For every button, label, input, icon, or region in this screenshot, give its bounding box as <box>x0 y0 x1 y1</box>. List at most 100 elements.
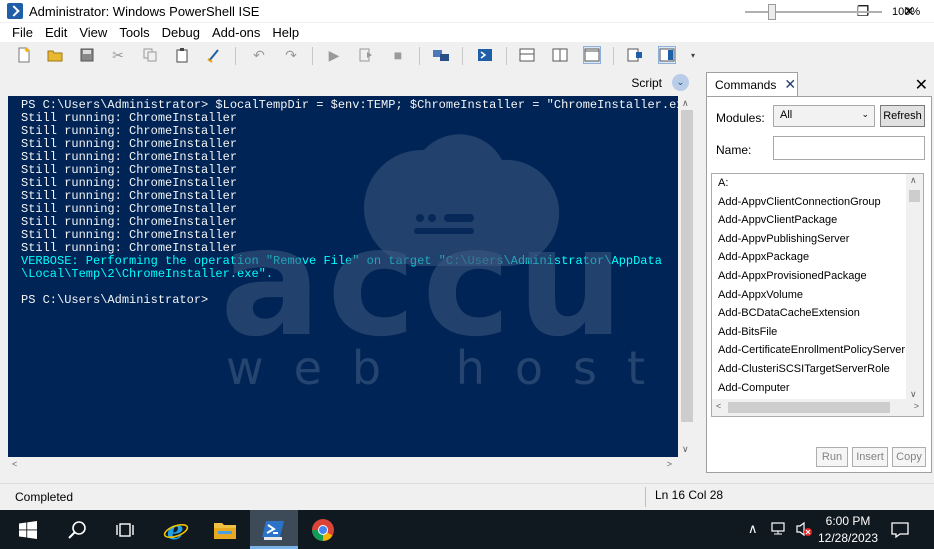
menu-help[interactable]: Help <box>266 25 305 40</box>
scroll-right-icon[interactable]: > <box>914 401 919 411</box>
notification-icon[interactable] <box>891 521 909 542</box>
powershell-ise-icon[interactable] <box>250 510 298 549</box>
commands-vertical-scrollbar[interactable]: ∧ ∨ <box>906 174 923 401</box>
command-list-item[interactable]: Add-AppvPublishingServer <box>712 230 923 249</box>
windows-start-icon[interactable] <box>4 510 52 549</box>
menu-file[interactable]: File <box>0 25 39 40</box>
save-icon[interactable] <box>78 46 96 64</box>
show-script-right-icon[interactable] <box>551 46 569 64</box>
scroll-left-icon[interactable]: < <box>716 401 721 411</box>
clock-date: 12/28/2023 <box>817 531 879 545</box>
command-list-item[interactable]: Add-CertificateEnrollmentPolicyServer <box>712 341 923 360</box>
status-text: Completed <box>15 490 74 504</box>
menu-edit[interactable]: Edit <box>39 25 73 40</box>
menu-view[interactable]: View <box>73 25 113 40</box>
remote-powershell-icon[interactable] <box>432 46 450 64</box>
open-icon[interactable] <box>46 46 64 64</box>
chevron-up-icon[interactable]: ∧ <box>748 521 758 537</box>
redo-icon[interactable]: ↷ <box>282 46 300 64</box>
refresh-button[interactable]: Refresh <box>880 105 925 127</box>
scrollbar-thumb[interactable] <box>909 190 920 202</box>
commands-list[interactable]: A: Add-AppvClientConnectionGroup Add-AppvC… <box>711 173 924 417</box>
run-selection-icon[interactable] <box>357 46 375 64</box>
stop-icon[interactable]: ■ <box>389 46 407 64</box>
scrollbar-thumb[interactable] <box>728 402 890 413</box>
commands-tab-label: Commands <box>715 77 777 92</box>
console-pane[interactable]: PS C:\Users\Administrator> $LocalTempDir… <box>8 96 678 457</box>
name-field[interactable] <box>773 136 925 160</box>
scrollbar-thumb[interactable] <box>681 110 693 422</box>
command-list-item[interactable]: Add-Computer <box>712 379 923 398</box>
scroll-right-icon[interactable]: > <box>667 459 672 469</box>
show-script-top-icon[interactable] <box>518 46 536 64</box>
script-label[interactable]: Script <box>631 76 662 90</box>
scroll-up-icon[interactable]: ∧ <box>910 175 917 186</box>
show-script-max-icon[interactable] <box>583 46 601 64</box>
clock-time: 6:00 PM <box>825 514 871 528</box>
run-icon[interactable]: ▶ <box>325 46 343 64</box>
command-list-item[interactable]: Add-AppxVolume <box>712 286 923 305</box>
command-list-item[interactable]: Add-AppxPackage <box>712 248 923 267</box>
line-column-indicator: Ln 16 Col 28 <box>655 488 724 502</box>
insert-button[interactable]: Insert <box>852 447 888 467</box>
menu-bar: File Edit View Tools Debug Add-ons Help <box>0 23 934 42</box>
command-list-item[interactable]: Add-AppvClientConnectionGroup <box>712 193 923 212</box>
command-list-item[interactable]: Add-BitsFile <box>712 323 923 342</box>
command-list-item[interactable]: Add-AppvClientPackage <box>712 211 923 230</box>
menu-tools[interactable]: Tools <box>113 25 155 40</box>
taskbar: e ∧ 6:00 PM 12/28/2023 <box>0 510 934 549</box>
search-icon[interactable] <box>53 510 101 549</box>
menu-debug[interactable]: Debug <box>156 25 206 40</box>
close-icon[interactable]: ✕ <box>784 76 796 93</box>
console-horizontal-scrollbar[interactable]: < > <box>8 457 678 474</box>
powershell-ise-icon <box>7 3 23 19</box>
window-title: Administrator: Windows PowerShell ISE <box>29 3 260 19</box>
console-vertical-scrollbar[interactable]: ∧ ∨ <box>678 96 696 457</box>
chevron-down-icon: ⌄ <box>861 109 869 119</box>
chevron-down-icon[interactable]: ⌄ <box>672 74 689 91</box>
toolbar-separator <box>462 47 463 65</box>
command-list-item[interactable]: Add-ClusteriSCSITargetServerRole <box>712 360 923 379</box>
show-command-window-icon[interactable] <box>626 46 644 64</box>
volume-muted-icon[interactable] <box>795 521 813 540</box>
toolbar-overflow-icon[interactable]: ▾ <box>684 46 702 64</box>
scroll-left-icon[interactable]: < <box>12 459 17 469</box>
run-button[interactable]: Run <box>816 447 848 467</box>
copy-button[interactable]: Copy <box>892 447 926 467</box>
clear-console-icon[interactable] <box>205 46 223 64</box>
toolbar-separator <box>613 47 614 65</box>
undo-icon[interactable]: ↶ <box>250 46 268 64</box>
zoom-slider[interactable] <box>745 11 882 13</box>
command-list-item[interactable]: A: <box>712 174 923 193</box>
svg-text:e: e <box>167 517 184 543</box>
script-pane-header: Script ⌄ <box>8 73 696 93</box>
menu-add-ons[interactable]: Add-ons <box>206 25 266 40</box>
pane-close-icon[interactable]: ✕ <box>915 75 928 95</box>
copy-icon[interactable] <box>141 46 159 64</box>
commands-tab[interactable]: Commands ✕ <box>706 72 798 96</box>
show-command-addon-icon[interactable] <box>658 46 676 64</box>
modules-value: All <box>780 109 793 121</box>
file-explorer-icon[interactable] <box>201 510 249 549</box>
scroll-down-icon[interactable]: ∨ <box>682 444 689 455</box>
commands-horizontal-scrollbar[interactable]: < > <box>712 399 923 416</box>
internet-explorer-icon[interactable]: e <box>152 510 200 549</box>
paste-icon[interactable] <box>173 46 191 64</box>
name-label: Name: <box>716 143 752 157</box>
command-list-item[interactable]: Add-BCDataCacheExtension <box>712 304 923 323</box>
status-bar: Completed Ln 16 Col 28 <box>0 483 934 509</box>
status-separator <box>645 487 646 507</box>
powershell-console-icon[interactable] <box>476 46 494 64</box>
network-icon[interactable] <box>771 521 787 540</box>
toolbar-separator <box>235 47 236 65</box>
clock[interactable]: 6:00 PM 12/28/2023 <box>812 513 884 547</box>
modules-label: Modules: <box>716 111 765 125</box>
zoom-slider-thumb[interactable] <box>768 4 777 20</box>
cut-icon[interactable]: ✂ <box>109 46 127 64</box>
new-icon[interactable] <box>15 46 33 64</box>
scroll-up-icon[interactable]: ∧ <box>682 98 689 109</box>
chrome-icon[interactable] <box>299 510 347 549</box>
task-view-icon[interactable] <box>101 510 149 549</box>
modules-dropdown[interactable]: All ⌄ <box>773 105 875 127</box>
command-list-item[interactable]: Add-AppxProvisionedPackage <box>712 267 923 286</box>
